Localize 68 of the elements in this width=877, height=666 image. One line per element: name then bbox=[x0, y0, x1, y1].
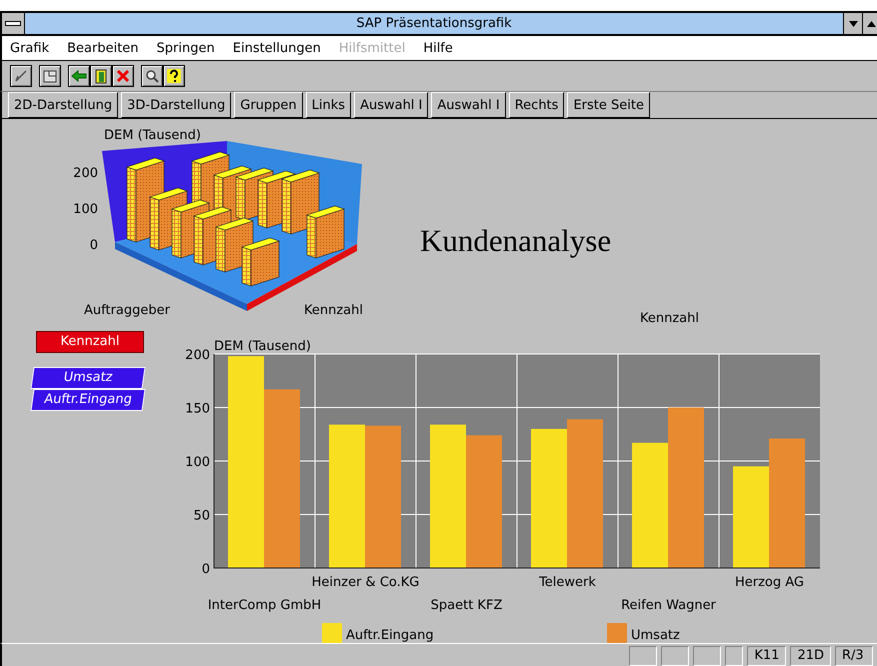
push-button[interactable]: Auswahl I bbox=[431, 92, 506, 118]
push-button[interactable]: Rechts bbox=[508, 92, 564, 118]
push-button[interactable]: Gruppen bbox=[234, 92, 303, 118]
axis-title: DEM (Tausend) bbox=[104, 128, 201, 143]
left-arrow-icon bbox=[71, 68, 87, 84]
legend-label: Umsatz bbox=[631, 628, 680, 643]
category-label: Heinzer & Co.KG bbox=[312, 575, 420, 590]
axis-title: Kennzahl bbox=[304, 303, 363, 318]
push-button[interactable]: 3D-Darstellung bbox=[121, 92, 232, 118]
check-button[interactable] bbox=[10, 65, 32, 87]
maximize-button[interactable] bbox=[862, 13, 877, 34]
three-d-bar bbox=[241, 238, 280, 286]
system-menu-button[interactable] bbox=[2, 13, 25, 34]
axis-tick-label: 200 bbox=[73, 166, 98, 181]
chart-title: Kundenanalyse bbox=[420, 223, 612, 259]
axis-tick-label: 100 bbox=[73, 202, 98, 217]
axis-tick-label: 0 bbox=[202, 562, 210, 577]
door-icon bbox=[93, 68, 109, 84]
status-field bbox=[629, 646, 658, 666]
page-button[interactable] bbox=[39, 65, 61, 87]
legend-title: Kennzahl bbox=[640, 311, 699, 326]
category-label: InterComp GmbH bbox=[208, 598, 322, 613]
exit-button[interactable] bbox=[90, 65, 112, 87]
status-field: K11 bbox=[747, 646, 786, 666]
menu-item[interactable]: Springen bbox=[156, 40, 215, 56]
three-d-bar bbox=[306, 206, 345, 258]
axis-title: DEM (Tausend) bbox=[214, 339, 311, 354]
search-icon bbox=[144, 68, 160, 84]
search-button[interactable] bbox=[141, 65, 163, 87]
legend-label: Auftr.Eingang bbox=[30, 389, 146, 411]
help-button[interactable] bbox=[163, 65, 185, 87]
menu-item[interactable]: Grafik bbox=[10, 40, 50, 56]
up-arrow-icon bbox=[867, 20, 876, 26]
help-icon bbox=[166, 68, 182, 84]
back-button[interactable] bbox=[68, 65, 90, 87]
axis-tick-label: 100 bbox=[185, 455, 210, 470]
page-icon bbox=[42, 68, 58, 84]
status-field bbox=[661, 646, 690, 666]
status-field: R/3 bbox=[835, 646, 873, 666]
minimize-button[interactable] bbox=[843, 13, 862, 34]
category-label: Telewerk bbox=[539, 575, 596, 590]
category-label: Reifen Wagner bbox=[621, 598, 716, 613]
axis-tick-label: 150 bbox=[185, 402, 210, 416]
three-d-bar bbox=[281, 170, 320, 234]
status-field bbox=[693, 646, 722, 666]
axis-title: Auftraggeber bbox=[84, 303, 170, 318]
legend-label: Umsatz bbox=[30, 367, 146, 389]
push-button[interactable]: Erste Seite bbox=[567, 92, 650, 118]
axis-tick-label: 0 bbox=[90, 238, 98, 253]
menu-item[interactable]: Hilfe bbox=[423, 40, 453, 56]
legend-header: Kennzahl bbox=[36, 331, 144, 353]
category-label: Spaett KFZ bbox=[430, 598, 502, 613]
category-label: Herzog AG bbox=[734, 575, 804, 590]
axis-tick-label: 50 bbox=[193, 508, 210, 524]
status-field: 21D bbox=[790, 646, 831, 666]
window-title: SAP Präsentationsgrafik bbox=[355, 15, 513, 33]
push-button[interactable]: Auswahl I bbox=[354, 92, 428, 118]
push-button[interactable]: Links bbox=[306, 92, 352, 118]
legend-label: Auftr.Eingang bbox=[346, 628, 434, 643]
status-field bbox=[725, 646, 744, 666]
close-icon bbox=[115, 68, 131, 84]
axis-tick-label: 200 bbox=[185, 348, 210, 363]
menu-item[interactable]: Einstellungen bbox=[232, 40, 321, 56]
pencil-icon bbox=[13, 68, 29, 84]
down-arrow-icon bbox=[848, 20, 858, 26]
push-button[interactable]: 2D-Darstellung bbox=[8, 92, 118, 118]
cancel-button[interactable] bbox=[112, 65, 134, 87]
menu-item[interactable]: Bearbeiten bbox=[67, 40, 139, 56]
